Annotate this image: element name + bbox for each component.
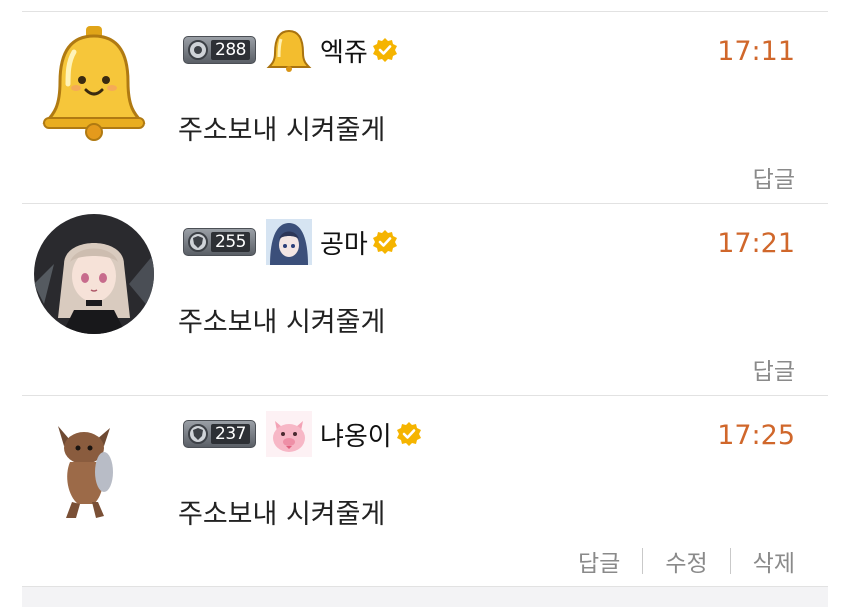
comment-actions: 답글 — [753, 160, 795, 194]
reply-button[interactable]: 답글 — [753, 352, 795, 386]
verified-badge-icon — [372, 230, 397, 254]
level-gear-icon — [188, 40, 208, 60]
level-number: 237 — [211, 424, 250, 444]
delete-button[interactable]: 삭제 — [753, 544, 795, 578]
verified-badge-icon — [372, 38, 397, 62]
comment-header: 255 공마 — [183, 219, 398, 265]
reply-button[interactable]: 답글 — [753, 160, 795, 194]
comment-item: 237 냐옹이 17:25 주소보내 시켜줄게 답글 수정 삭제 — [0, 396, 850, 586]
comment-input-area[interactable] — [22, 587, 828, 607]
avatar[interactable] — [34, 22, 154, 142]
action-separator — [642, 548, 644, 574]
avatar[interactable] — [34, 406, 154, 526]
comment-item: 255 공마 17:21 주소보내 시켜줄게 답글 — [0, 204, 850, 394]
edit-button[interactable]: 수정 — [665, 544, 707, 578]
comment-actions: 답글 — [753, 352, 795, 386]
level-badge: 288 — [183, 36, 256, 64]
level-number: 255 — [211, 232, 250, 252]
anime-girl-portrait-icon — [34, 214, 154, 334]
dancing-cat-icon — [34, 406, 154, 526]
hooded-character-emblem-icon — [265, 219, 312, 265]
reply-button[interactable]: 답글 — [578, 544, 620, 578]
comment-time: 17:21 — [717, 228, 795, 259]
comment-time: 17:25 — [717, 420, 795, 451]
gold-bell-emblem-icon — [266, 29, 312, 72]
nickname[interactable]: 엑쥬 — [320, 32, 368, 69]
verified-badge-icon — [396, 422, 421, 446]
comment-text: 주소보내 시켜줄게 — [178, 115, 386, 146]
comment-text: 주소보내 시켜줄게 — [178, 307, 386, 338]
comment-header: 237 냐옹이 — [183, 411, 422, 457]
level-shield-icon — [188, 232, 208, 252]
level-badge: 255 — [183, 228, 256, 256]
nickname[interactable]: 냐옹이 — [320, 416, 392, 453]
level-badge: 237 — [183, 420, 256, 448]
avatar[interactable] — [34, 214, 154, 334]
level-number: 288 — [211, 40, 250, 60]
comment-item: 288 엑쥬 17:11 주소보내 시켜줄게 답글 — [0, 12, 850, 202]
bell-character-icon — [42, 26, 146, 141]
comment-actions: 답글 수정 삭제 — [578, 544, 795, 578]
comment-text: 주소보내 시켜줄게 — [178, 499, 386, 530]
action-separator — [729, 548, 731, 574]
comment-header: 288 엑쥬 — [183, 29, 398, 72]
comment-time: 17:11 — [717, 36, 795, 67]
pink-pig-emblem-icon — [265, 411, 312, 457]
nickname[interactable]: 공마 — [320, 224, 368, 261]
level-shield-icon — [188, 424, 208, 444]
